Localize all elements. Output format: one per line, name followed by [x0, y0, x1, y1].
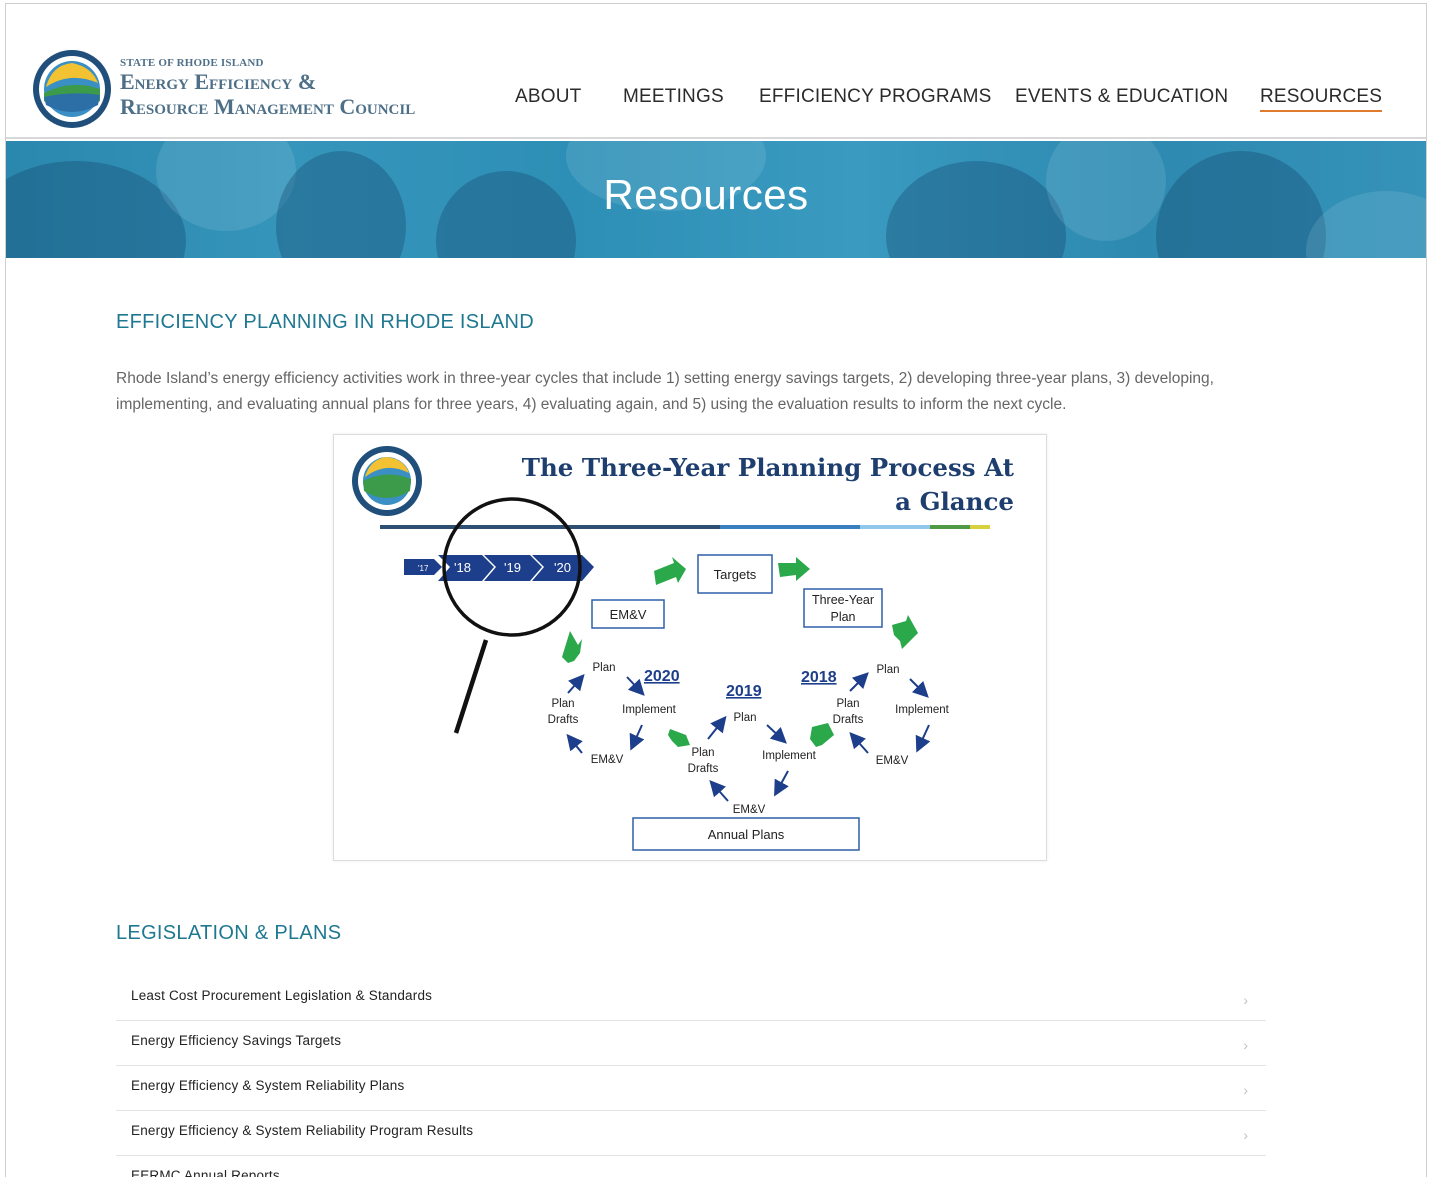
efficiency-planning-heading: EFFICIENCY PLANNING IN RHODE ISLAND [116, 311, 534, 333]
nav-resources[interactable]: RESOURCES [1260, 86, 1383, 112]
c1-plan-drafts-1: Plan [551, 698, 574, 710]
year-2019: 2019 [726, 683, 762, 700]
c1-plan: Plan [592, 662, 615, 674]
timeline-17: '17 [418, 564, 429, 573]
intro-paragraph: Rhode Island’s energy efficiency activit… [116, 370, 1214, 413]
planning-process-diagram: '17 '18 '19 '20 EM&V Targets Three-Year … [333, 434, 1047, 861]
list-item[interactable]: EERMC Annual Reports › [116, 1156, 1266, 1177]
c2-plan-drafts-1: Plan [691, 747, 714, 759]
list-item[interactable]: Energy Efficiency Savings Targets › [116, 1021, 1266, 1066]
nav-meetings[interactable]: MEETINGS [623, 86, 724, 108]
c2-plan-drafts-2: Drafts [688, 763, 719, 775]
site-header: STATE OF RHODE ISLAND Energy Efficiency … [6, 4, 1426, 139]
diagram-seal-icon [352, 446, 422, 516]
timeline-18: '18 [454, 560, 471, 575]
list-item[interactable]: Energy Efficiency & System Reliability P… [116, 1066, 1266, 1111]
timeline-20: '20 [554, 560, 571, 575]
list-item-label: Energy Efficiency & System Reliability P… [131, 1123, 474, 1138]
diagram-title: The Three-Year Planning Process At a Gla… [521, 453, 1014, 516]
box-three-year-2: Plan [830, 610, 855, 624]
chevron-right-icon: › [1243, 1127, 1248, 1143]
box-emv: EM&V [610, 607, 647, 622]
c3-plan: Plan [876, 664, 899, 676]
nav-events-education[interactable]: EVENTS & EDUCATION [1015, 86, 1228, 108]
c1-plan-drafts-2: Drafts [548, 714, 579, 726]
c2-emv: EM&V [733, 804, 766, 816]
c1-implement: Implement [622, 704, 676, 716]
page-frame: STATE OF RHODE ISLAND Energy Efficiency … [5, 3, 1427, 1177]
box-annual-plans: Annual Plans [708, 827, 785, 842]
timeline-chevrons: '17 '18 '19 '20 [404, 555, 594, 581]
c2-plan: Plan [733, 712, 756, 724]
c3-implement: Implement [895, 704, 949, 716]
nav-about[interactable]: ABOUT [515, 86, 581, 108]
list-item[interactable]: Least Cost Procurement Legislation & Sta… [116, 976, 1266, 1021]
year-2020: 2020 [644, 668, 680, 685]
box-targets: Targets [714, 567, 757, 582]
box-three-year-1: Three-Year [812, 593, 874, 607]
main-nav: ABOUT MEETINGS EFFICIENCY PROGRAMS EVENT… [6, 86, 1426, 116]
timeline-19: '19 [504, 560, 521, 575]
list-item-label: Least Cost Procurement Legislation & Sta… [131, 988, 433, 1003]
chevron-right-icon: › [1243, 1172, 1248, 1177]
page-banner: Resources [6, 141, 1426, 258]
c1-emv: EM&V [591, 754, 624, 766]
list-item-label: EERMC Annual Reports [131, 1168, 280, 1177]
c3-plan-drafts-1: Plan [836, 698, 859, 710]
legislation-plans-heading: LEGISLATION & PLANS [116, 922, 342, 944]
legislation-list: Least Cost Procurement Legislation & Sta… [116, 976, 1266, 1177]
list-item-label: Energy Efficiency & System Reliability P… [131, 1078, 405, 1093]
nav-efficiency-programs[interactable]: EFFICIENCY PROGRAMS [759, 86, 992, 108]
chevron-right-icon: › [1243, 992, 1248, 1008]
list-item-label: Energy Efficiency Savings Targets [131, 1033, 342, 1048]
c2-implement: Implement [762, 750, 816, 762]
c3-emv: EM&V [876, 755, 909, 767]
banner-title: Resources [603, 171, 809, 218]
logo-state-text: STATE OF RHODE ISLAND [120, 57, 264, 69]
year-2018: 2018 [801, 669, 837, 686]
chevron-right-icon: › [1243, 1082, 1248, 1098]
c3-plan-drafts-2: Drafts [833, 714, 864, 726]
list-item[interactable]: Energy Efficiency & System Reliability P… [116, 1111, 1266, 1156]
chevron-right-icon: › [1243, 1037, 1248, 1053]
